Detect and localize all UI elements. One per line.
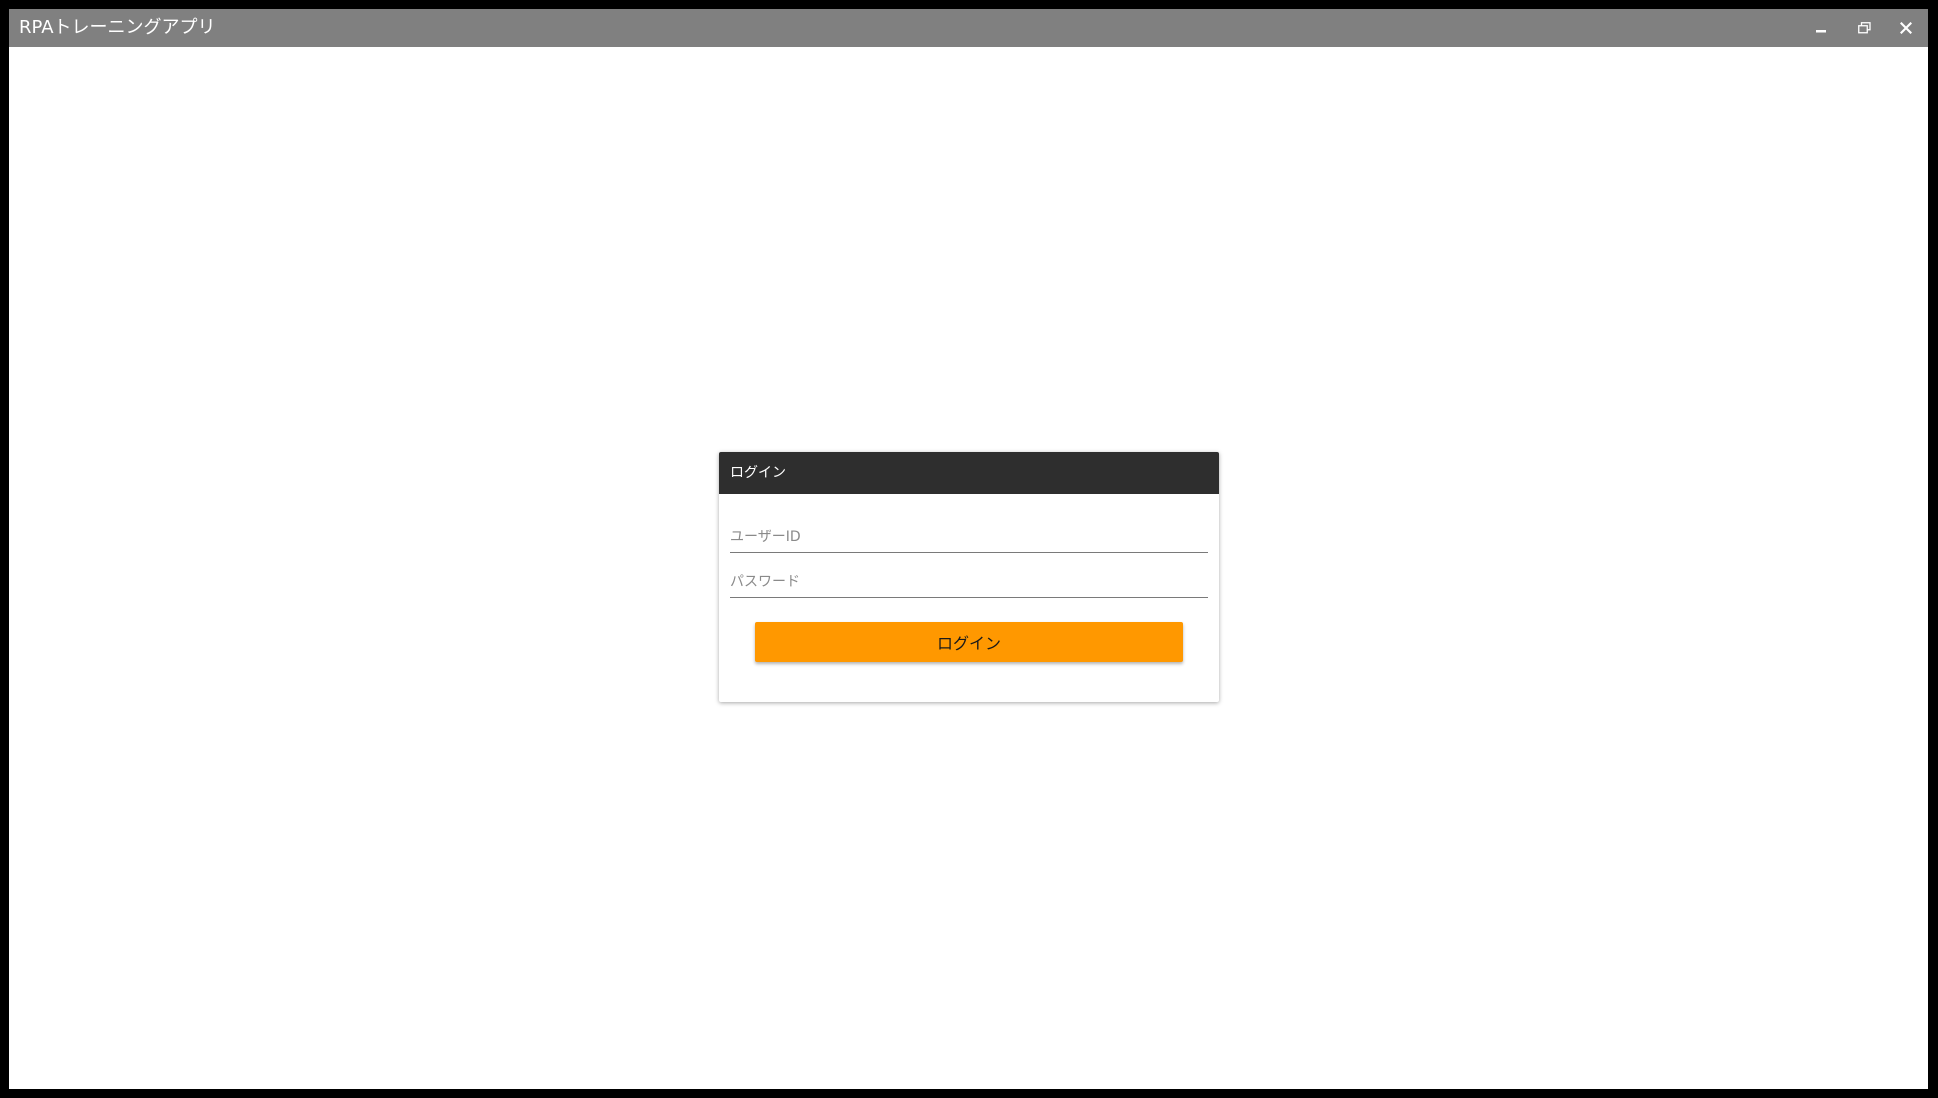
window-title: RPAトレーニングアプリ <box>19 17 216 38</box>
close-icon <box>1900 22 1912 34</box>
user-id-input[interactable] <box>730 526 1208 548</box>
password-input[interactable] <box>730 571 1208 593</box>
login-button-label: ログイン <box>936 634 1001 653</box>
login-card-header: ログイン <box>719 452 1219 494</box>
minimize-icon <box>1815 22 1827 34</box>
login-card-title: ログイン <box>730 465 786 481</box>
main-content: ログイン ログイン <box>9 47 1928 1089</box>
title-bar[interactable]: RPAトレーニングアプリ <box>9 9 1928 47</box>
password-field[interactable] <box>730 567 1208 598</box>
minimize-button[interactable] <box>1800 9 1842 47</box>
restore-icon <box>1857 22 1871 34</box>
app-window: RPAトレーニングアプリ ログイン ユーザーID ログイン <box>9 9 1928 1089</box>
user-id-field[interactable] <box>730 522 1208 553</box>
close-button[interactable] <box>1885 9 1927 47</box>
login-card: ログイン ログイン <box>719 452 1219 702</box>
restore-button[interactable] <box>1843 9 1885 47</box>
login-button[interactable]: ログイン <box>755 622 1183 662</box>
